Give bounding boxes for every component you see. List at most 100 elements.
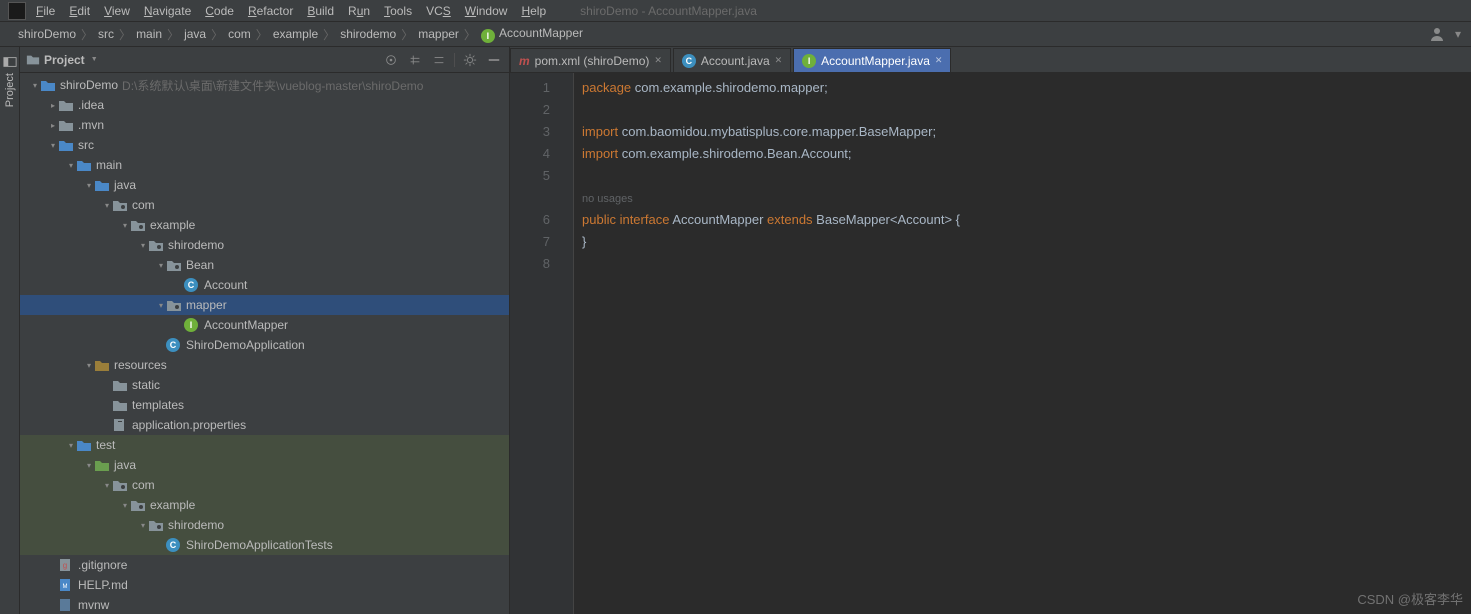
close-icon[interactable]: ✕ — [654, 55, 662, 66]
tree-node-shirodemo[interactable]: ▾ shirodemo — [20, 515, 509, 535]
tree-item-label: ShiroDemoApplicationTests — [186, 538, 333, 552]
tree-node-example[interactable]: ▾example — [20, 215, 509, 235]
editor-tabs: m pom.xml (shiroDemo) ✕ C Account.java ✕… — [510, 47, 1471, 73]
tree-arrow-icon[interactable]: ▾ — [66, 161, 76, 170]
menu-edit[interactable]: Edit — [69, 4, 90, 18]
tree-arrow-icon[interactable]: ▾ — [138, 241, 148, 250]
class-icon: C — [682, 54, 696, 68]
menu-window[interactable]: Window — [465, 4, 508, 18]
tree-arrow-icon[interactable]: ▾ — [120, 501, 130, 510]
tree-node-application-properties[interactable]: application.properties — [20, 415, 509, 435]
user-icon[interactable] — [1429, 26, 1445, 42]
tree-node--gitignore[interactable]: g.gitignore — [20, 555, 509, 575]
project-rail-icon[interactable] — [3, 55, 17, 69]
crumb-3[interactable]: java — [184, 27, 206, 41]
tool-rail: Project — [0, 47, 20, 614]
tab-pom[interactable]: m pom.xml (shiroDemo) ✕ — [510, 48, 671, 72]
tree-node-accountmapper[interactable]: IAccountMapper — [20, 315, 509, 335]
hide-icon[interactable] — [485, 51, 503, 69]
project-rail-label[interactable]: Project — [4, 73, 16, 107]
locate-icon[interactable] — [382, 51, 400, 69]
tree-item-icon — [76, 158, 92, 172]
crumb-8[interactable]: IAccountMapper — [481, 26, 583, 43]
tree-item-icon — [94, 358, 110, 372]
tree-node-shirodemoapplicationtests[interactable]: CShiroDemoApplicationTests — [20, 535, 509, 555]
crumb-0[interactable]: shiroDemo — [18, 27, 76, 41]
crumb-4[interactable]: com — [228, 27, 251, 41]
menu-run[interactable]: Run — [348, 4, 370, 18]
tree-item-icon — [58, 118, 74, 132]
tree-node-com[interactable]: ▾com — [20, 475, 509, 495]
tree-node-src[interactable]: ▾src — [20, 135, 509, 155]
tree-node-shirodemoapplication[interactable]: CShiroDemoApplication — [20, 335, 509, 355]
menu-navigate[interactable]: Navigate — [144, 4, 191, 18]
tree-node-java[interactable]: ▾java — [20, 175, 509, 195]
tree-node-static[interactable]: static — [20, 375, 509, 395]
tree-node-mvnw[interactable]: mvnw — [20, 595, 509, 614]
window-title: shiroDemo - AccountMapper.java — [580, 4, 757, 18]
tree-arrow-icon[interactable]: ▾ — [30, 81, 40, 90]
code-editor[interactable]: 1 2 3 4 5 6 7 8 package com.example.shir… — [510, 73, 1471, 614]
crumb-7[interactable]: mapper — [418, 27, 459, 41]
crumb-5[interactable]: example — [273, 27, 318, 41]
tree-arrow-icon[interactable]: ▾ — [102, 201, 112, 210]
tree-arrow-icon[interactable]: ▾ — [102, 481, 112, 490]
tree-node-com[interactable]: ▾com — [20, 195, 509, 215]
tree-node-resources[interactable]: ▾resources — [20, 355, 509, 375]
gear-icon[interactable] — [461, 51, 479, 69]
tree-item-label: Account — [204, 278, 247, 292]
menu-view[interactable]: View — [104, 4, 130, 18]
tree-arrow-icon[interactable]: ▸ — [48, 121, 58, 130]
tree-arrow-icon[interactable]: ▾ — [156, 301, 166, 310]
crumb-1[interactable]: src — [98, 27, 114, 41]
tab-accountmapper[interactable]: I AccountMapper.java ✕ — [793, 48, 951, 72]
menu-tools[interactable]: Tools — [384, 4, 412, 18]
project-tree[interactable]: ▾shiroDemoD:\系统默认\桌面\新建文件夹\vueblog-maste… — [20, 73, 509, 614]
chevron-down-icon[interactable]: ▼ — [91, 56, 98, 63]
chevron-down-icon[interactable]: ▾ — [1455, 27, 1461, 41]
tree-node-bean[interactable]: ▾Bean — [20, 255, 509, 275]
tree-node-templates[interactable]: templates — [20, 395, 509, 415]
tree-item-icon — [112, 398, 128, 412]
tree-node--mvn[interactable]: ▸.mvn — [20, 115, 509, 135]
code-content[interactable]: package com.example.shirodemo.mapper; im… — [574, 73, 1471, 614]
tree-arrow-icon[interactable]: ▾ — [84, 361, 94, 370]
tree-node-account[interactable]: CAccount — [20, 275, 509, 295]
tree-arrow-icon[interactable]: ▾ — [138, 521, 148, 530]
tree-item-icon: M — [58, 578, 74, 592]
tree-node-shirodemo[interactable]: ▾ shirodemo — [20, 235, 509, 255]
tree-item-label: shirodemo — [168, 238, 224, 252]
menu-vcs[interactable]: VCS — [426, 4, 451, 18]
tree-arrow-icon[interactable]: ▾ — [66, 441, 76, 450]
tree-node-main[interactable]: ▾main — [20, 155, 509, 175]
menu-build[interactable]: Build — [307, 4, 334, 18]
breadcrumb: shiroDemo〉 src〉 main〉 java〉 com〉 example… — [0, 22, 1471, 47]
tab-account[interactable]: C Account.java ✕ — [673, 48, 791, 72]
crumb-6[interactable]: shirodemo — [340, 27, 396, 41]
tree-node-example[interactable]: ▾example — [20, 495, 509, 515]
panel-title: Project — [44, 53, 85, 67]
tree-node-help-md[interactable]: MHELP.md — [20, 575, 509, 595]
menu-refactor[interactable]: Refactor — [248, 4, 293, 18]
tree-arrow-icon[interactable]: ▾ — [120, 221, 130, 230]
tree-arrow-icon[interactable]: ▾ — [84, 181, 94, 190]
expand-icon[interactable] — [406, 51, 424, 69]
tree-arrow-icon[interactable]: ▸ — [48, 101, 58, 110]
menu-code[interactable]: Code — [205, 4, 234, 18]
tree-node-test[interactable]: ▾test — [20, 435, 509, 455]
menu-help[interactable]: Help — [521, 4, 546, 18]
menu-file[interactable]: File — [36, 4, 55, 18]
tree-node-java[interactable]: ▾java — [20, 455, 509, 475]
tree-arrow-icon[interactable]: ▾ — [156, 261, 166, 270]
crumb-2[interactable]: main — [136, 27, 162, 41]
tree-node--idea[interactable]: ▸.idea — [20, 95, 509, 115]
tree-item-label: static — [132, 378, 160, 392]
tree-arrow-icon[interactable]: ▾ — [84, 461, 94, 470]
tree-node-shirodemo[interactable]: ▾shiroDemoD:\系统默认\桌面\新建文件夹\vueblog-maste… — [20, 75, 509, 95]
collapse-icon[interactable] — [430, 51, 448, 69]
close-icon[interactable]: ✕ — [775, 55, 783, 66]
tree-item-label: shirodemo — [168, 518, 224, 532]
close-icon[interactable]: ✕ — [935, 55, 943, 66]
tree-node-mapper[interactable]: ▾mapper — [20, 295, 509, 315]
tree-arrow-icon[interactable]: ▾ — [48, 141, 58, 150]
